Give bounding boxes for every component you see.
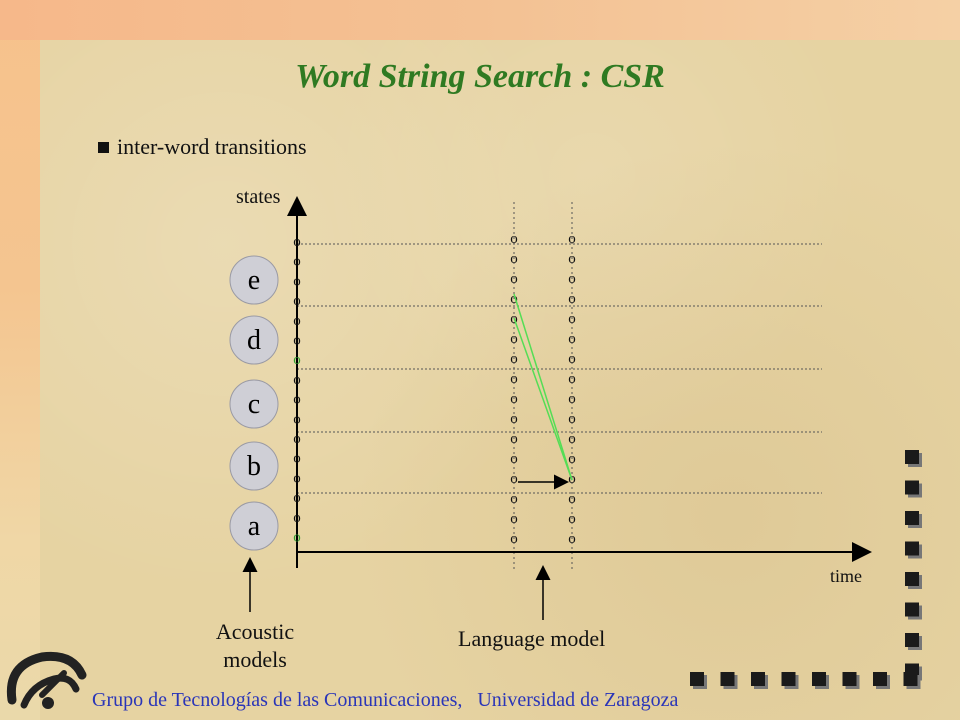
state-node: o xyxy=(568,531,576,547)
state-node: o xyxy=(293,530,301,546)
model-circle-a: a xyxy=(229,501,279,551)
state-node: o xyxy=(510,371,518,387)
decorative-square xyxy=(905,480,919,495)
model-letter: d xyxy=(247,325,261,356)
state-node: o xyxy=(568,491,576,507)
state-node: o xyxy=(293,510,301,526)
search-diagram: edcba oooooooooooooooooooooooooooooooooo… xyxy=(229,196,922,689)
state-node: o xyxy=(293,273,301,289)
decorative-square xyxy=(842,672,857,686)
model-circle-c: c xyxy=(229,379,279,429)
model-circle-d: d xyxy=(229,315,279,365)
state-node: o xyxy=(293,431,301,447)
decorative-square xyxy=(905,541,919,556)
state-node: o xyxy=(293,372,301,388)
state-node: o xyxy=(510,231,518,247)
state-node: o xyxy=(293,293,301,309)
acoustic-models-label: Acoustic models xyxy=(190,618,320,674)
state-node: o xyxy=(510,391,518,407)
model-letter: b xyxy=(247,451,261,482)
state-node: o xyxy=(510,431,518,447)
state-node: o xyxy=(510,491,518,507)
state-node: o xyxy=(568,291,576,307)
state-node: o xyxy=(293,333,301,349)
model-separator-lines xyxy=(297,243,822,494)
state-node: o xyxy=(568,371,576,387)
state-node: o xyxy=(510,411,518,427)
state-node: o xyxy=(510,511,518,527)
state-node: o xyxy=(568,431,576,447)
state-node: o xyxy=(293,490,301,506)
decorative-square xyxy=(751,672,765,686)
university-logo-icon xyxy=(6,651,87,709)
model-circle-b: b xyxy=(229,441,279,491)
decorative-squares xyxy=(690,450,922,689)
state-node: o xyxy=(510,271,518,287)
decorative-square xyxy=(905,511,919,525)
state-node: o xyxy=(293,470,301,486)
model-letter: a xyxy=(248,511,261,542)
state-node: o xyxy=(293,352,301,368)
state-node: o xyxy=(510,471,518,487)
state-node: o xyxy=(510,351,518,367)
state-node: o xyxy=(568,351,576,367)
decorative-square xyxy=(873,672,887,686)
state-node: o xyxy=(510,331,518,347)
state-node: o xyxy=(568,391,576,407)
transition-line xyxy=(513,317,573,481)
decorative-square xyxy=(905,450,919,464)
state-node: o xyxy=(568,451,576,467)
model-circle-e: e xyxy=(229,255,279,305)
decorative-square xyxy=(903,672,918,686)
decorative-square xyxy=(905,602,919,617)
state-node: o xyxy=(568,271,576,287)
state-node: o xyxy=(568,311,576,327)
acoustic-label-text: Acoustic models xyxy=(190,618,320,674)
model-letter: c xyxy=(248,389,260,420)
state-node: o xyxy=(293,234,301,250)
state-node: o xyxy=(293,411,301,427)
state-node: o xyxy=(293,451,301,467)
state-node: o xyxy=(568,511,576,527)
decorative-square xyxy=(905,572,919,586)
acoustic-label-line: models xyxy=(223,647,287,672)
language-model-label: Language model xyxy=(458,626,606,651)
state-node: o xyxy=(293,313,301,329)
transition-line xyxy=(513,293,573,481)
state-node: o xyxy=(510,251,518,267)
decorative-square xyxy=(720,672,735,686)
state-node: o xyxy=(293,254,301,270)
state-node: o xyxy=(568,411,576,427)
state-node: o xyxy=(568,231,576,247)
acoustic-label-line: Acoustic xyxy=(215,619,295,644)
model-letter: e xyxy=(248,265,260,296)
state-node: o xyxy=(510,531,518,547)
state-node: o xyxy=(568,331,576,347)
state-node: o xyxy=(568,251,576,267)
state-node: o xyxy=(293,392,301,408)
decorative-square xyxy=(812,672,826,686)
decorative-square xyxy=(690,672,704,686)
decorative-square xyxy=(905,633,919,647)
decorative-square xyxy=(781,672,796,686)
state-node: o xyxy=(510,451,518,467)
footer-affiliation: Grupo de Tecnologías de las Comunicacion… xyxy=(92,689,679,711)
